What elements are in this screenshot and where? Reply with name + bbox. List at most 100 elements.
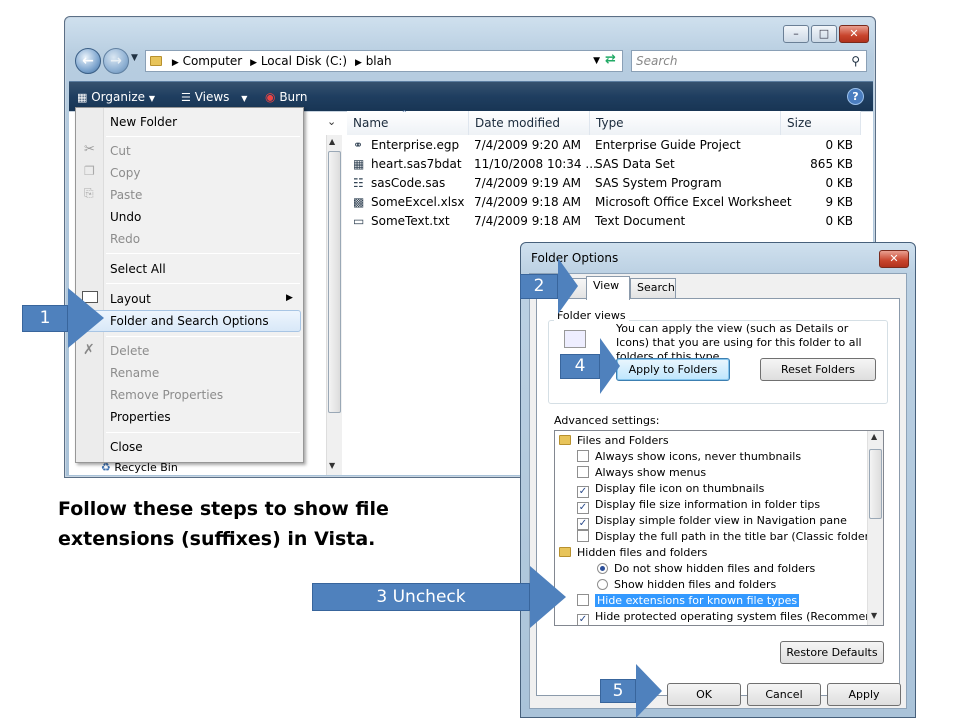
menu-item-cut[interactable]: Cut [110,141,131,161]
file-row[interactable]: ⚭ Enterprise.egp 7/4/2009 9:20 AM Enterpris… [347,136,861,155]
scroll-down-icon[interactable]: ▼ [329,461,335,470]
setting-checkbox[interactable]: ✓ Display file icon on thumbnails [577,481,764,498]
menu-item-select-all[interactable]: Select All [110,259,166,279]
views-button[interactable]: ☰ Views ▼ [181,88,247,106]
setting-label: Always show menus [595,466,707,479]
checkbox[interactable]: ✓ [577,614,589,625]
setting-checkbox[interactable]: ✓ Hide protected operating system files (… [577,609,883,625]
sas-dataset-icon: ▦ [353,157,365,171]
scrollbar-thumb[interactable] [328,151,341,413]
radio-button[interactable] [597,563,608,574]
breadcrumb-local-disk[interactable]: Local Disk (C:) [261,54,347,68]
apply-to-folders-button[interactable]: Apply to Folders [616,358,730,381]
reset-folders-button[interactable]: Reset Folders [760,358,876,381]
file-size: 0 KB [825,176,853,190]
checkbox[interactable] [577,450,589,462]
scroll-up-icon[interactable]: ▲ [871,432,877,441]
menu-item-layout[interactable]: Layout [110,289,151,309]
menu-item-copy[interactable]: Copy [110,163,140,183]
refresh-icon[interactable]: ⇄ [605,52,616,67]
breadcrumb-computer[interactable]: Computer [183,54,243,68]
close-window-button[interactable]: ✕ [839,25,869,43]
setting-checkbox[interactable]: Always show icons, never thumbnails [577,449,801,465]
organize-button[interactable]: ▦ Organize ▼ [77,88,155,106]
file-type: Enterprise Guide Project [595,138,741,152]
callout-label: 1 [22,305,68,332]
file-row[interactable]: ▩ SomeExcel.xlsx 7/4/2009 9:18 AM Microsoft… [347,193,861,212]
menu-separator [106,432,300,433]
column-header-size[interactable]: Size [781,111,861,135]
checkbox[interactable] [577,466,589,478]
nav-pane-chevron-icon[interactable]: ⌄ [327,115,336,128]
search-icon[interactable]: ⚲ [851,51,860,71]
folder-options-dialog: Folder Options ✕ al View Search Folder v… [520,242,916,718]
callout-label: 5 [600,679,636,703]
setting-label: Files and Folders [577,434,669,447]
submenu-arrow-icon: ▶ [286,293,293,303]
menu-item-new-folder[interactable]: New Folder [110,112,177,132]
checkbox[interactable] [577,530,589,542]
restore-defaults-button[interactable]: Restore Defaults [780,641,884,664]
checkbox[interactable] [577,594,589,606]
burn-label: Burn [279,90,308,104]
setting-checkbox[interactable]: Display the full path in the title bar (… [577,529,883,545]
menu-item-folder-search-options[interactable]: Folder and Search Options [110,311,269,331]
advanced-settings-label: Advanced settings: [554,414,660,427]
tab-view-label: View [593,279,620,292]
apply-button[interactable]: Apply [827,683,901,706]
help-icon[interactable]: ? [847,88,864,105]
folder-icon [559,547,571,557]
setting-radio[interactable]: Do not show hidden files and folders [597,561,815,577]
menu-item-rename[interactable]: Rename [110,363,159,383]
folder-icon [150,56,162,66]
menu-item-paste[interactable]: Paste [110,185,142,205]
ok-button[interactable]: OK [667,683,741,706]
tab-search[interactable]: Search [630,278,676,298]
radio-button[interactable] [597,579,608,590]
menu-item-close[interactable]: Close [110,437,143,457]
setting-checkbox[interactable]: ✓ Display simple folder view in Navigatio… [577,513,847,530]
dialog-close-button[interactable]: ✕ [879,250,909,268]
back-button[interactable]: ← [75,48,101,74]
minimize-button[interactable]: – [783,25,809,43]
setting-checkbox[interactable]: ✓ Display file size information in folder… [577,497,820,514]
setting-checkbox[interactable]: Always show menus [577,465,706,481]
scrollbar-thumb[interactable] [869,449,882,519]
forward-button[interactable]: → [103,48,129,74]
file-row[interactable]: ▭ SomeText.txt 7/4/2009 9:18 AM Text Docume… [347,212,861,231]
column-header-name[interactable]: Name [347,111,469,135]
callout-label: 4 [560,354,600,379]
search-input[interactable]: Search ⚲ [631,50,867,72]
menu-item-delete[interactable]: Delete [110,341,149,361]
burn-button[interactable]: ◉ Burn [265,88,307,106]
address-dropdown-icon[interactable]: ▼ [593,51,600,71]
file-size: 9 KB [825,195,853,209]
address-bar[interactable]: ▶ Computer ▶ Local Disk (C:) ▶ blah ▼ [145,50,623,72]
maximize-button[interactable]: □ [811,25,837,43]
recent-pages-dropdown-icon[interactable]: ▼ [131,53,138,63]
scissors-icon: ✂ [84,142,95,157]
setting-radio[interactable]: Show hidden files and folders [597,577,776,593]
column-header-type[interactable]: Type [590,111,781,135]
file-row[interactable]: ☷ sasCode.sas 7/4/2009 9:19 AM SAS System P… [347,174,861,193]
file-date: 7/4/2009 9:19 AM [474,176,582,190]
advanced-settings-list: Files and Folders Always show icons, neve… [554,430,884,626]
cancel-button[interactable]: Cancel [747,683,821,706]
menu-item-properties[interactable]: Properties [110,407,171,427]
setting-checkbox[interactable]: Hide extensions for known file types [577,593,800,609]
file-row[interactable]: ▦ heart.sas7bdat 11/10/2008 10:34 ... SAS D… [347,155,861,174]
column-header-date[interactable]: Date modified [469,111,590,135]
organize-label: Organize [91,90,145,104]
advanced-scrollbar[interactable]: ▲ ▼ [867,431,883,625]
tab-view[interactable]: View [586,276,630,300]
breadcrumb-separator-icon: ▶ [171,58,179,68]
breadcrumb-blah[interactable]: blah [366,54,392,68]
menu-item-undo[interactable]: Undo [110,207,141,227]
menu-item-remove-properties[interactable]: Remove Properties [110,385,223,405]
scroll-down-icon[interactable]: ▼ [871,611,877,620]
paste-icon: ⎘ [84,186,94,200]
scroll-up-icon[interactable]: ▲ [329,137,335,146]
organize-context-menu: New Folder ✂ Cut ❐ Copy ⎘ Paste Undo Red… [75,107,304,463]
menu-item-redo[interactable]: Redo [110,229,140,249]
nav-pane-scrollbar[interactable]: ▲ ▼ [326,135,342,475]
